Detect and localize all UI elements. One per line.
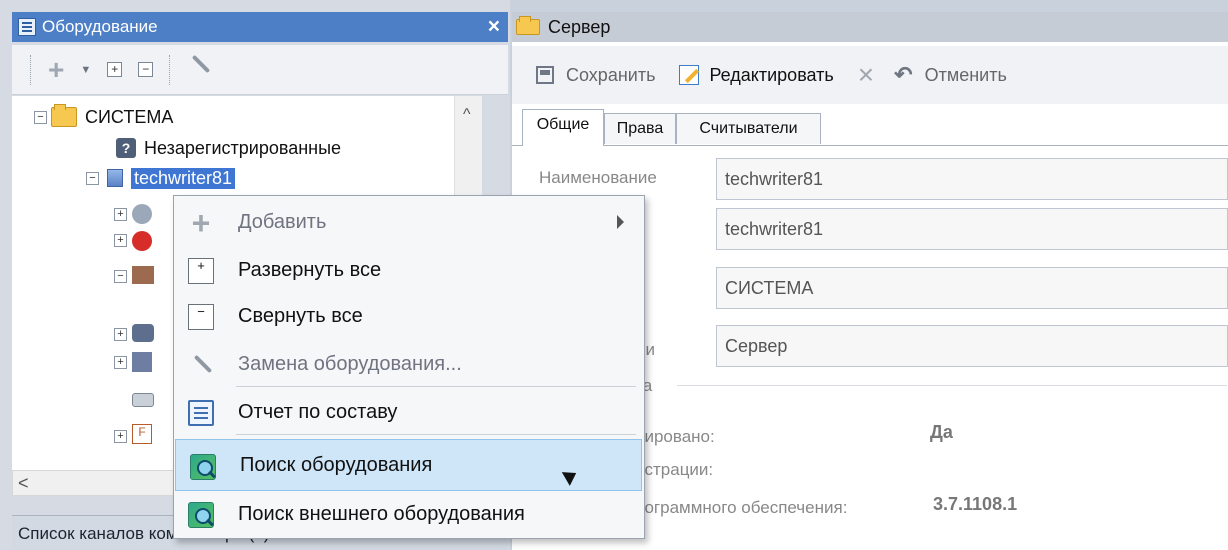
menu-item-replace-equipment[interactable]: Замена оборудования... (174, 338, 644, 390)
menu-item-add[interactable]: + Добавить (174, 196, 644, 248)
menu-item-label: Отчет по составу (238, 400, 398, 423)
edit-button[interactable]: Редактировать (679, 64, 834, 86)
tree-item-label: Незарегистрированные (144, 137, 342, 158)
menu-item-label: Поиск оборудования (240, 453, 433, 476)
registration-label-fragment: истрации: (635, 460, 714, 479)
server-details-title: Сервер (548, 16, 611, 37)
expand-all-icon[interactable]: + (107, 62, 123, 77)
server-details-title-bar: Сервер (512, 12, 1228, 42)
software-version-value: 3.7.1108.1 (933, 494, 1018, 514)
formula-icon: F (132, 424, 152, 444)
system-value: СИСТЕМА (725, 278, 814, 298)
collapse-all-icon: − (188, 304, 214, 330)
system-field[interactable]: СИСТЕМА (716, 267, 1228, 309)
menu-item-label: Замена оборудования... (238, 352, 462, 375)
toolbar-separator (30, 54, 32, 85)
name-field[interactable]: techwriter81 (716, 158, 1228, 200)
expand-icon[interactable]: + (114, 328, 127, 341)
tab-general[interactable]: Общие (522, 109, 604, 146)
toolbar-separator (169, 54, 171, 85)
save-icon (536, 66, 554, 84)
menu-item-label: Развернуть все (238, 258, 382, 281)
edit-icon (679, 65, 700, 85)
scroll-up-icon[interactable]: ^ (463, 106, 471, 124)
collapse-icon[interactable]: − (114, 270, 127, 283)
report-icon (188, 400, 214, 426)
tree-item-label-selected: techwriter81 (131, 167, 236, 189)
server-icon (107, 169, 123, 187)
tab-label: Права (616, 120, 664, 137)
host-value: techwriter81 (725, 219, 824, 239)
chevron-down-icon[interactable]: ▼ (80, 64, 91, 76)
drive-icon (132, 393, 154, 407)
book-icon (132, 266, 154, 284)
question-icon: ? (116, 138, 136, 158)
collapse-icon[interactable]: − (34, 110, 47, 124)
edit-button-label: Редактировать (709, 64, 834, 85)
plus-icon: + (191, 205, 211, 241)
submenu-arrow-icon (617, 215, 624, 229)
menu-item-label: Поиск внешнего оборудования (238, 502, 525, 525)
tree-item-label: СИСТЕМА (85, 106, 174, 127)
device-icon (132, 352, 152, 372)
tree-root-system[interactable]: − СИСТЕМА (34, 104, 173, 130)
name-value: techwriter81 (725, 169, 824, 189)
delete-icon[interactable]: × (858, 61, 874, 89)
stop-icon (132, 231, 152, 251)
name-label: Наименование (539, 168, 657, 187)
tree-horizontal-scrollbar[interactable]: < (12, 470, 198, 496)
expand-icon[interactable]: + (114, 430, 127, 443)
tree-item-server[interactable]: − techwriter81 (86, 165, 236, 191)
host-field[interactable]: techwriter81 (716, 208, 1228, 250)
server-tabs: Общие Права Считыватели (512, 108, 1228, 146)
tab-readers[interactable]: Считыватели (676, 113, 821, 144)
scroll-left-icon[interactable]: < (18, 473, 29, 494)
undo-icon: ↶ (894, 62, 913, 87)
tab-rights[interactable]: Права (604, 113, 676, 144)
folder-icon (51, 104, 77, 127)
tab-label: Общие (536, 116, 590, 133)
menu-item-label: Свернуть все (238, 304, 363, 327)
cancel-button-label: Отменить (924, 64, 1007, 85)
type-value: Сервер (725, 336, 788, 356)
close-icon[interactable]: × (488, 15, 500, 39)
menu-separator (236, 434, 636, 435)
camera-icon (132, 324, 154, 342)
registered-label-fragment: рировано: (635, 427, 715, 446)
search-equipment-icon (190, 454, 216, 480)
search-external-equipment-icon (188, 502, 214, 528)
equipment-tree-icon (18, 18, 36, 36)
menu-item-label: Добавить (238, 210, 327, 233)
menu-item-composition-report[interactable]: Отчет по составу (174, 386, 644, 438)
save-button-label: Сохранить (566, 64, 656, 85)
expand-icon[interactable]: + (114, 356, 127, 369)
collapse-all-icon[interactable]: − (138, 62, 154, 77)
type-field[interactable]: Сервер (716, 325, 1228, 367)
server-details-toolbar: Сохранить Редактировать × ↶ Отменить (512, 46, 1228, 104)
save-button[interactable]: Сохранить (536, 65, 655, 86)
equipment-toolbar: + ▼ + − (12, 45, 508, 95)
status-group-line (677, 385, 1227, 386)
tab-label: Считыватели (699, 120, 798, 137)
equipment-context-menu: + Добавить + Развернуть все − Свернуть в… (173, 195, 645, 539)
wrench-icon[interactable] (187, 58, 211, 82)
wrench-icon (188, 352, 214, 378)
application-window: Оборудование × + ▼ + − − СИСТЕМА ? Незар… (0, 0, 1228, 550)
equipment-panel-title-bar: Оборудование × (12, 12, 508, 42)
menu-item-collapse-all[interactable]: − Свернуть все (174, 290, 644, 342)
cancel-button[interactable]: ↶ Отменить (894, 62, 1007, 88)
expand-all-icon: + (188, 258, 214, 284)
expand-icon[interactable]: + (114, 234, 127, 247)
registered-value: Да (930, 422, 953, 442)
menu-item-expand-all[interactable]: + Развернуть все (174, 244, 644, 296)
collapse-icon[interactable]: − (86, 171, 99, 185)
tree-item-unregistered[interactable]: ? Незарегистрированные (116, 135, 341, 161)
software-label-fragment: рограммного обеспечения: (635, 498, 848, 517)
menu-item-search-external-equipment[interactable]: Поиск внешнего оборудования (174, 488, 644, 540)
expand-icon[interactable]: + (114, 208, 127, 221)
equipment-panel-title: Оборудование (42, 17, 158, 36)
folder-icon (516, 16, 540, 35)
gear-icon (132, 204, 152, 224)
add-icon[interactable]: + (48, 55, 64, 84)
